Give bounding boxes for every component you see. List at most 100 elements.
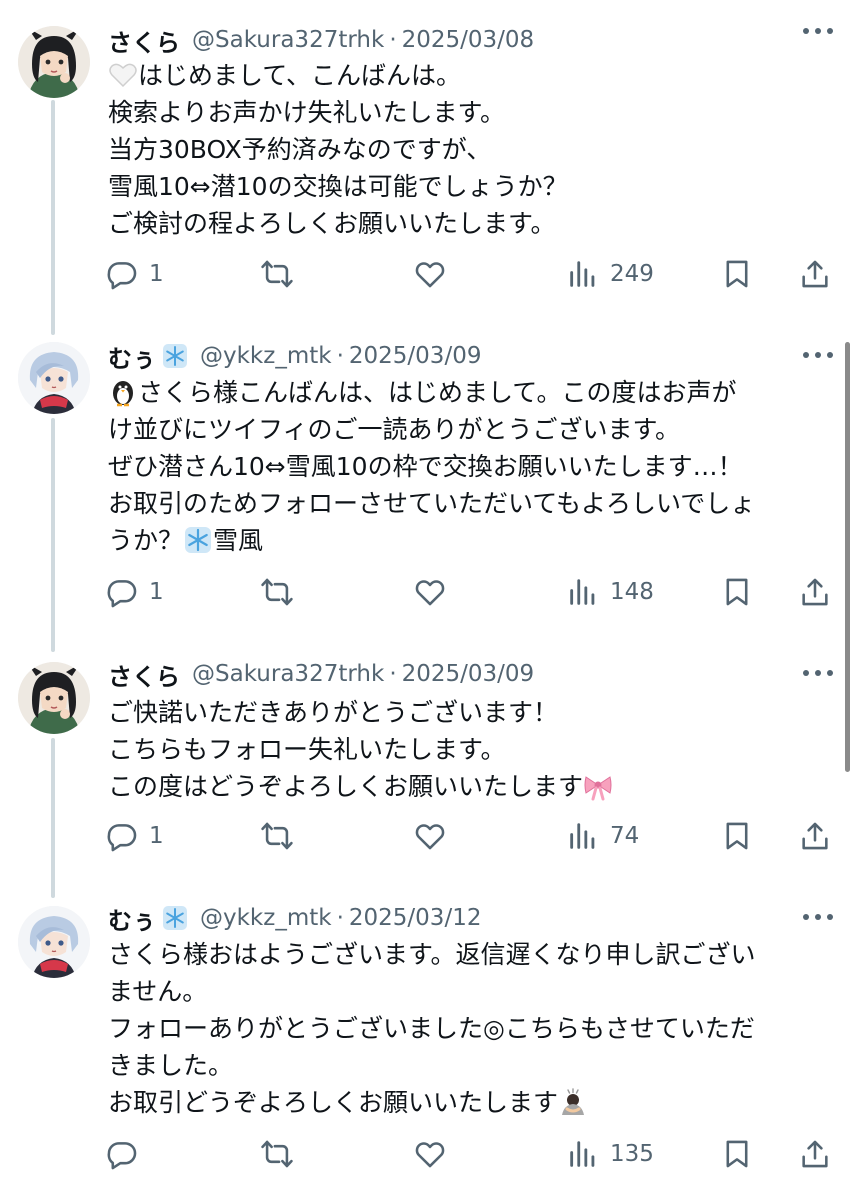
action-bar: 135 [0, 1134, 854, 1174]
more-icon[interactable] [803, 28, 833, 36]
user-handle[interactable]: @ykkz_mtk [200, 343, 332, 369]
like-button[interactable] [413, 254, 447, 294]
heart-icon [415, 1142, 445, 1168]
post-date[interactable]: 2025/03/08 [402, 27, 535, 53]
post-date[interactable]: 2025/03/12 [349, 905, 482, 931]
text-line: 当方30BOX予約済みなのですが、 [108, 135, 492, 164]
retweet-button[interactable] [260, 572, 294, 612]
views-button[interactable]: 249 [566, 254, 654, 294]
text-line-content: はじめまして、こんばんは。 [138, 61, 462, 90]
reply-count: 1 [149, 823, 164, 849]
display-name[interactable]: むぅ [108, 339, 156, 374]
text-line: 検索よりお声かけ失礼いたします。 [108, 98, 506, 127]
bookmark-button[interactable] [720, 1134, 754, 1174]
display-name[interactable]: さくら [108, 657, 180, 692]
bookmark-icon [726, 260, 748, 288]
share-button[interactable] [798, 1134, 832, 1174]
views-icon [570, 261, 595, 287]
avatar-sakura[interactable] [18, 662, 90, 734]
person-bowing-icon [562, 1088, 585, 1115]
text-line: きました。 [108, 1051, 234, 1080]
text-line: さくら様おはようございます。返信遅くなり申し訳ござい [108, 940, 756, 969]
like-button[interactable] [413, 816, 447, 856]
thread-line [51, 100, 55, 335]
text-line: うか？ 雪風 [108, 522, 828, 559]
text-line: け並びにツイフィのご一読ありがとうございます。 [108, 415, 681, 444]
views-icon [570, 579, 595, 605]
text-line: ご検討の程よろしくお願いいたします。 [108, 209, 556, 238]
ribbon-icon [584, 776, 612, 801]
tweet-header: むぅ @ykkz_mtk · 2025/03/09 [108, 338, 481, 374]
reply-button[interactable]: 1 [105, 254, 164, 294]
avatar-muu[interactable] [18, 906, 90, 978]
user-handle[interactable]: @ykkz_mtk [200, 905, 332, 931]
tweet-text: さくら様こんばんは、はじめまして。この度はお声が け並びにツイフィのご一読ありが… [108, 374, 828, 559]
separator-dot: · [389, 661, 397, 687]
tweet-header: さくら @Sakura327trhk · 2025/03/08 [108, 22, 534, 58]
bookmark-button[interactable] [720, 572, 754, 612]
retweet-icon [261, 260, 293, 288]
retweet-icon [261, 822, 293, 850]
text-line: 雪風10⇔潜10の交換は可能でしょうか？ [108, 172, 568, 201]
retweet-button[interactable] [260, 816, 294, 856]
view-count: 135 [610, 1141, 654, 1167]
reply-button[interactable]: 1 [105, 816, 164, 856]
heart-icon [415, 824, 445, 850]
text-line: フォローありがとうございました◎こちらもさせていただ [108, 1014, 755, 1043]
share-button[interactable] [798, 254, 832, 294]
views-button[interactable]: 74 [566, 816, 639, 856]
like-button[interactable] [413, 1134, 447, 1174]
text-line: はじめまして、こんばんは。 [108, 57, 828, 94]
more-icon[interactable] [803, 670, 833, 678]
retweet-button[interactable] [260, 1134, 294, 1174]
views-button[interactable]: 148 [566, 572, 654, 612]
share-button[interactable] [798, 816, 832, 856]
text-line: さくら様こんばんは、はじめまして。この度はお声が [108, 374, 828, 411]
bookmark-icon [726, 822, 748, 850]
text-line-content: この度はどうぞよろしくお願いいたします [108, 772, 584, 801]
text-line: ません。 [108, 977, 208, 1006]
views-icon [570, 823, 595, 849]
action-bar: 1 148 [0, 572, 854, 612]
scrollbar[interactable] [845, 342, 850, 772]
reply-count: 1 [149, 261, 164, 287]
post-date[interactable]: 2025/03/09 [402, 661, 535, 687]
reply-button[interactable] [105, 1134, 149, 1174]
reply-count: 1 [149, 579, 164, 605]
bookmark-button[interactable] [720, 254, 754, 294]
user-handle[interactable]: @Sakura327trhk [192, 27, 384, 53]
share-icon [802, 578, 828, 606]
tweet-header: むぅ @ykkz_mtk · 2025/03/12 [108, 900, 481, 936]
avatar-image [18, 906, 90, 978]
retweet-button[interactable] [260, 254, 294, 294]
bookmark-icon [726, 1140, 748, 1168]
text-line: ご快諾いただきありがとうございます！ [108, 698, 559, 727]
like-button[interactable] [413, 572, 447, 612]
heart-icon [415, 262, 445, 288]
share-button[interactable] [798, 572, 832, 612]
text-line-content: 雪風 [213, 526, 264, 555]
post-date[interactable]: 2025/03/09 [349, 343, 482, 369]
penguin-icon [113, 381, 133, 407]
more-icon[interactable] [803, 352, 833, 360]
retweet-icon [261, 1140, 293, 1168]
avatar-sakura[interactable] [18, 26, 90, 98]
avatar-muu[interactable] [18, 342, 90, 414]
display-name[interactable]: むぅ [108, 901, 156, 936]
user-handle[interactable]: @Sakura327trhk [192, 661, 384, 687]
avatar-image [18, 26, 90, 98]
views-button[interactable]: 135 [566, 1134, 654, 1174]
more-icon[interactable] [803, 914, 833, 922]
text-line: この度はどうぞよろしくお願いいたします [108, 768, 828, 805]
reply-icon [107, 262, 137, 290]
reply-button[interactable]: 1 [105, 572, 164, 612]
text-line: お取引のためフォローさせていただいてもよろしいでしょ [108, 489, 756, 518]
display-name[interactable]: さくら [108, 23, 180, 58]
share-icon [802, 1140, 828, 1168]
bookmark-button[interactable] [720, 816, 754, 856]
heart-icon [415, 580, 445, 606]
snowflake-icon [163, 344, 187, 368]
snowflake-icon [163, 906, 187, 930]
retweet-icon [261, 578, 293, 606]
views-icon [570, 1141, 595, 1167]
